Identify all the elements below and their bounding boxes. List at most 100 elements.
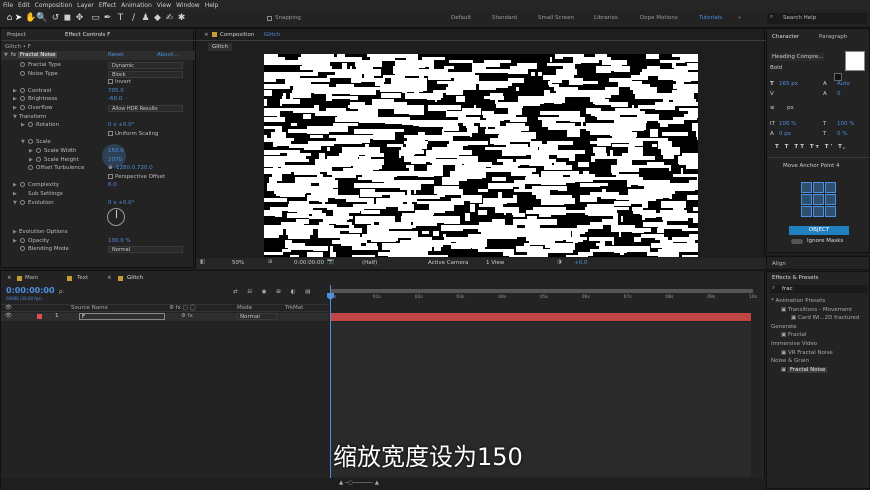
expand-triangle-icon[interactable]: ▶ — [13, 104, 17, 112]
menu-composition[interactable]: Composition — [35, 2, 72, 9]
tsume-value[interactable]: 0 % — [837, 131, 847, 137]
font-style-dropdown[interactable]: Bold — [770, 65, 782, 71]
workspace-default[interactable]: Default — [451, 15, 471, 21]
property-checkbox[interactable] — [108, 79, 113, 85]
stopwatch-icon[interactable] — [20, 246, 25, 251]
menu-edit[interactable]: Edit — [18, 2, 30, 9]
ignore-masks-toggle[interactable] — [791, 239, 803, 244]
stopwatch-icon[interactable] — [20, 238, 25, 243]
tab-effect-controls[interactable]: Effect Controls F — [65, 32, 110, 38]
tracking-value[interactable]: 0 — [837, 91, 841, 97]
menu-animation[interactable]: Animation — [121, 2, 152, 9]
visibility-eye-icon[interactable]: 👁 — [5, 313, 12, 319]
expand-triangle-icon[interactable]: ▶ — [13, 190, 17, 198]
search-help-input[interactable]: ⌕ Search Help — [767, 13, 867, 24]
playhead[interactable] — [330, 285, 331, 480]
composition-name[interactable]: Glitch — [264, 32, 280, 38]
property-dropdown[interactable]: Dynamic — [108, 62, 183, 69]
exposure-value[interactable]: +0.0 — [574, 260, 587, 266]
opacity-value[interactable]: 100.0 % — [108, 237, 131, 245]
tab-align[interactable]: Align — [772, 261, 786, 267]
selection-tool-icon[interactable]: ➤ — [13, 13, 24, 24]
effects-tree-item[interactable]: ▣ VR Fractal Noise — [781, 350, 833, 356]
tab-glitch[interactable]: Glitch — [127, 275, 143, 281]
tab-text[interactable]: Text — [77, 275, 88, 281]
effects-tree-item[interactable]: ▣ Card Wi...2D fractured — [791, 315, 859, 321]
camera-tool-icon[interactable]: ◼ — [62, 13, 73, 24]
effects-tree-item[interactable]: Noise & Grain — [771, 358, 809, 364]
workspace-more-icon[interactable]: » — [738, 15, 741, 21]
tab-composition[interactable]: Composition — [220, 32, 254, 38]
property-value[interactable]: -60.0 — [108, 95, 122, 103]
workspace-small-screen[interactable]: Small Screen — [538, 15, 574, 21]
stopwatch-icon[interactable] — [20, 62, 25, 67]
exposure-icon[interactable]: ◑ — [557, 259, 562, 265]
property-value[interactable]: 0 x +0.0° — [108, 199, 134, 207]
anchor-point-button[interactable] — [825, 182, 836, 193]
anchor-point-button[interactable] — [813, 182, 824, 193]
tab-effects-presets[interactable]: Effects & Presets — [772, 275, 819, 281]
roto-brush-tool-icon[interactable]: ✍ — [164, 13, 175, 24]
timeline-close-icon[interactable]: × — [107, 275, 112, 281]
layer-name[interactable]: F — [79, 313, 165, 320]
stopwatch-icon[interactable] — [20, 96, 25, 102]
reset-link[interactable]: Reset — [108, 52, 123, 58]
anchor-point-button[interactable] — [813, 194, 824, 205]
work-area-bar[interactable] — [331, 289, 753, 293]
expand-triangle-icon[interactable]: ▶ — [29, 156, 33, 164]
leading-value[interactable]: Auto — [837, 81, 850, 87]
rotate-tool-icon[interactable]: ↺ — [50, 13, 61, 24]
blending-mode-dropdown[interactable]: Normal — [108, 246, 183, 253]
stopwatch-icon[interactable] — [20, 70, 25, 76]
menu-file[interactable]: File — [3, 2, 13, 9]
object-button[interactable]: OBJECT — [789, 226, 849, 235]
tab-character[interactable]: Character — [772, 34, 799, 40]
property-value[interactable]: 705.0 — [108, 87, 124, 95]
menu-help[interactable]: Help — [205, 2, 219, 9]
timeline-search[interactable]: ρ. — [59, 289, 64, 295]
anchor-point-button[interactable] — [825, 194, 836, 205]
collapse-triangle-icon[interactable]: ▼ — [13, 113, 17, 121]
zoom-slider-icon[interactable]: ▲ ─○────── ▲ — [339, 480, 379, 486]
expand-triangle-icon[interactable]: ▶ — [13, 181, 17, 189]
property-value[interactable]: 1280.0,720.0 — [116, 164, 153, 172]
timeline-switches[interactable]: ⇄ ⊟ ◉ ⊞ ◐ ▤ — [233, 289, 323, 295]
grid-icon[interactable]: ⊞ — [268, 259, 273, 265]
collapse-triangle-icon[interactable]: ▼ — [13, 199, 17, 207]
menu-window[interactable]: Window — [176, 2, 200, 9]
property-dropdown[interactable]: Allow HDR Results — [108, 105, 183, 112]
stroke-width-unit[interactable]: px — [787, 105, 794, 111]
clone-stamp-tool-icon[interactable]: ♟ — [140, 13, 151, 24]
effects-search-input[interactable]: ⌕ frac — [770, 285, 868, 293]
layer-switches-icon[interactable]: ⚙ fx — [181, 313, 193, 319]
menu-layer[interactable]: Layer — [77, 2, 94, 9]
stopwatch-icon[interactable] — [20, 182, 25, 188]
expand-triangle-icon[interactable]: ▶ — [13, 87, 17, 95]
timeline-current-time[interactable]: 0:00:00:00 — [6, 286, 55, 295]
effects-tree-item[interactable]: ▣ Transitions - Movement — [781, 307, 852, 313]
viewer-toggle-icon[interactable]: ◧ — [200, 259, 205, 265]
tab-project[interactable]: Project — [7, 32, 26, 38]
anchor-grid[interactable] — [801, 182, 837, 218]
anchor-point-button[interactable] — [825, 206, 836, 217]
puppet-pin-tool-icon[interactable]: ✱ — [176, 13, 187, 24]
type-tool-icon[interactable]: T — [115, 13, 126, 24]
eraser-tool-icon[interactable]: ◆ — [152, 13, 163, 24]
collapse-triangle-icon[interactable]: ▼ — [21, 138, 25, 146]
stroke-color-swatch[interactable] — [834, 73, 842, 81]
effects-tree-item[interactable]: Generate — [771, 324, 797, 330]
expand-triangle-icon[interactable]: ▶ — [29, 147, 33, 155]
fill-color-swatch[interactable] — [845, 51, 865, 71]
text-style-buttons[interactable]: T T TT Tт T' T, — [775, 144, 847, 150]
layer-duration-bar[interactable] — [331, 313, 751, 321]
menu-view[interactable]: View — [157, 2, 171, 9]
tab-main[interactable]: Main — [25, 275, 38, 281]
baseline-shift-value[interactable]: 0 px — [779, 131, 791, 137]
label-color-icon[interactable] — [37, 314, 42, 319]
stopwatch-icon[interactable] — [28, 165, 33, 171]
expand-triangle-icon[interactable]: ▶ — [13, 95, 17, 103]
rectangle-tool-icon[interactable]: ▭ — [90, 13, 101, 24]
stopwatch-icon[interactable] — [20, 87, 25, 93]
comp-subtab[interactable]: Glitch — [208, 43, 232, 51]
workspace-dope-motions[interactable]: Dope Motions — [640, 15, 678, 21]
